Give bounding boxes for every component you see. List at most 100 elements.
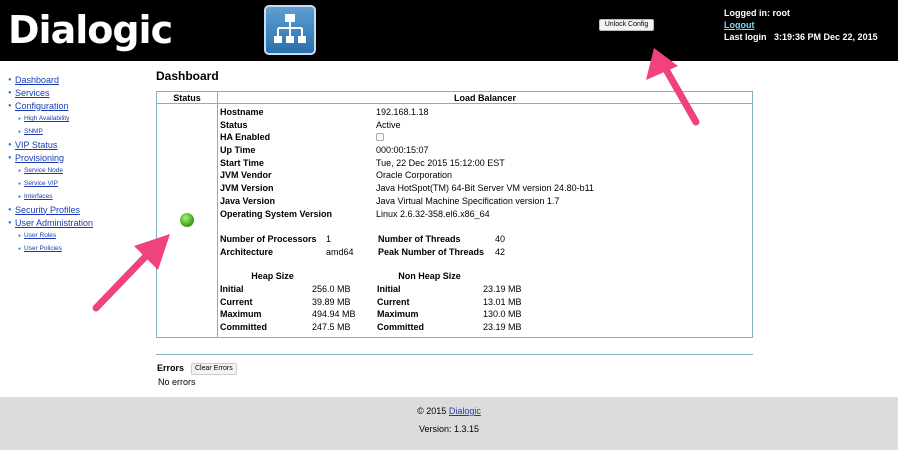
- info-row: Status Active: [220, 119, 594, 132]
- info-key: JVM Version: [220, 183, 274, 194]
- sidebar-item-service-node[interactable]: ● Service Node: [8, 164, 148, 177]
- sidebar-item-label[interactable]: User Policies: [24, 245, 62, 252]
- metric-key: Maximum: [377, 309, 419, 319]
- dialogic-link[interactable]: Dialogic: [449, 406, 481, 416]
- sidebar-item-label[interactable]: Dashboard: [15, 75, 59, 85]
- info-key: HA Enabled: [220, 132, 271, 143]
- ha-enabled-checkbox: [376, 133, 384, 142]
- sidebar-item-label[interactable]: User Roles: [24, 232, 56, 239]
- info-key: JVM Vendor: [220, 170, 272, 181]
- info-row: HA Enabled: [220, 131, 594, 144]
- sidebar-item-label[interactable]: Interfaces: [24, 193, 53, 200]
- sidebar-item-high-availability[interactable]: ● High Availability: [8, 112, 148, 125]
- last-login-value: 3:19:36 PM Dec 22, 2015: [774, 32, 878, 42]
- unlock-config-button[interactable]: Unlock Config: [599, 19, 654, 31]
- metric-value: amd64: [326, 246, 354, 257]
- sidebar-item-label[interactable]: SNMP: [24, 128, 43, 135]
- logged-in-label: Logged in:: [724, 8, 770, 18]
- metric-row: Maximum 494.94 MB Maximum 130.0 MB: [220, 308, 543, 321]
- copyright-text: © 2015: [417, 406, 447, 416]
- metric-key: Current: [220, 296, 253, 307]
- sidebar-item-label[interactable]: Service Node: [24, 167, 63, 174]
- sidebar-item-label[interactable]: Provisioning: [15, 153, 64, 163]
- metric-key: Committed: [220, 321, 267, 332]
- metric-value: 1: [326, 234, 332, 244]
- metric-row: Initial 256.0 MB Initial 23.19 MB: [220, 283, 543, 296]
- metric-key: Initial: [377, 284, 401, 294]
- clear-errors-button[interactable]: Clear Errors: [191, 363, 237, 375]
- errors-title: Errors: [157, 363, 185, 373]
- info-row: JVM Vendor Oracle Corporation: [220, 169, 594, 182]
- sidebar-item-label[interactable]: Services: [15, 88, 50, 98]
- sidebar-item-label[interactable]: User Administration: [15, 218, 93, 228]
- metric-key: Initial: [220, 284, 244, 294]
- sidebar-item-configuration[interactable]: ● Configuration: [8, 99, 148, 112]
- sidebar-item-services[interactable]: ● Services: [8, 86, 148, 99]
- sidebar-item-snmp[interactable]: ● SNMP: [8, 125, 148, 138]
- memory-info: Initial 256.0 MB Initial 23.19 MB Current 39.…: [220, 283, 543, 333]
- memory-section-titles: Heap Size Non Heap Size: [220, 270, 540, 283]
- metric-row: Architecture amd64 Peak Number of Threads 4…: [220, 246, 535, 259]
- bullet-icon: ●: [8, 154, 12, 161]
- info-row: JVM Version Java HotSpot(TM) 64-Bit Serve…: [220, 182, 594, 195]
- info-value: Oracle Corporation: [376, 170, 453, 181]
- metric-value: 23.19 MB: [483, 284, 522, 294]
- info-key: Operating System Version: [220, 208, 333, 219]
- info-key: Java Version: [220, 195, 276, 206]
- non-heap-size-title: Non Heap Size: [398, 271, 461, 281]
- info-key: Hostname: [220, 107, 264, 117]
- metric-value: 42: [495, 246, 506, 257]
- sidebar-item-service-vip[interactable]: ● Service VIP: [8, 177, 148, 190]
- sidebar-item-provisioning[interactable]: ● Provisioning: [8, 151, 148, 164]
- sidebar-item-label[interactable]: Security Profiles: [15, 205, 80, 215]
- annotation-arrow-status: [92, 234, 170, 312]
- status-column-header: Status: [173, 93, 201, 103]
- metric-key: Maximum: [220, 309, 262, 319]
- sidebar-item-vip-status[interactable]: ● VIP Status: [8, 138, 148, 151]
- sidebar-item-label[interactable]: Service VIP: [24, 180, 58, 187]
- status-indicator-icon: [180, 213, 194, 227]
- info-key: Start Time: [220, 157, 264, 168]
- info-row: Up Time 000:00:15:07: [220, 144, 594, 157]
- login-info: Logged in: root Logout Last login 3:19:3…: [724, 7, 878, 43]
- sidebar-item-dashboard[interactable]: ● Dashboard: [8, 73, 148, 86]
- info-row: Java Version Java Virtual Machine Specifi…: [220, 195, 594, 208]
- metric-value: 247.5 MB: [312, 321, 351, 332]
- metric-value: 494.94 MB: [312, 309, 356, 319]
- info-value: Java Virtual Machine Specification versi…: [376, 195, 560, 206]
- info-key: Up Time: [220, 145, 256, 156]
- section-divider: [156, 354, 753, 355]
- bullet-icon: ●: [8, 76, 12, 83]
- system-info: Hostname 192.168.1.18 Status Active HA Enabl…: [220, 106, 594, 220]
- annotation-arrow-unlock: [646, 48, 700, 126]
- sidebar-item-label[interactable]: Configuration: [15, 101, 69, 111]
- metric-key: Committed: [377, 321, 424, 332]
- metric-key: Number of Processors: [220, 234, 317, 244]
- logout-link[interactable]: Logout: [724, 20, 755, 30]
- info-value: Java HotSpot(TM) 64-Bit Server VM versio…: [376, 183, 594, 194]
- dialogic-logo: Dialogic: [8, 8, 173, 52]
- last-login-label: Last login: [724, 32, 767, 42]
- version-label: Version:: [418, 424, 452, 434]
- header-bar: Dialogic Unlock Config Logged in: root L…: [0, 0, 898, 61]
- info-value: Linux 2.6.32-358.el6.x86_64: [376, 208, 490, 219]
- sidebar-item-interfaces[interactable]: ● Interfaces: [8, 190, 148, 203]
- copyright-line: © 2015 Dialogic: [0, 406, 898, 416]
- sidebar-item-security-profiles[interactable]: ● Security Profiles: [8, 203, 148, 216]
- metric-row: Current 39.89 MB Current 13.01 MB: [220, 296, 543, 309]
- bullet-icon: ●: [8, 89, 12, 96]
- info-value: 000:00:15:07: [376, 145, 429, 156]
- metric-value: 39.89 MB: [312, 296, 351, 307]
- metric-value: 256.0 MB: [312, 284, 351, 294]
- network-hierarchy-icon[interactable]: [264, 5, 316, 55]
- bullet-icon: ●: [8, 141, 12, 148]
- info-row: Hostname 192.168.1.18: [220, 106, 594, 119]
- sidebar-item-label[interactable]: VIP Status: [15, 140, 57, 150]
- logged-in-user: root: [772, 8, 791, 18]
- metric-row: Number of Processors 1 Number of Threads 40: [220, 233, 535, 246]
- info-value: 192.168.1.18: [376, 107, 429, 117]
- metric-value: 23.19 MB: [483, 321, 522, 332]
- heap-size-title: Heap Size: [251, 271, 294, 281]
- sidebar-item-label[interactable]: High Availability: [24, 115, 69, 122]
- metric-value: 40: [495, 234, 506, 244]
